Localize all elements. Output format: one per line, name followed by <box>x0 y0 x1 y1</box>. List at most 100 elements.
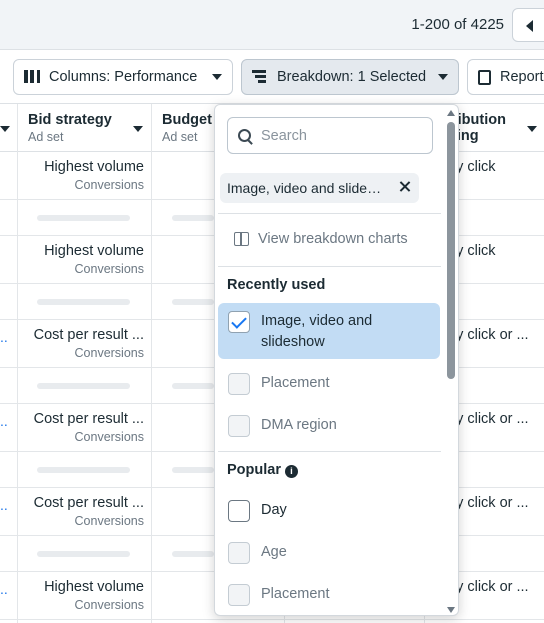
chart-icon <box>234 232 249 246</box>
truncated-cell: .. <box>0 581 8 597</box>
dropdown-scrollbar[interactable] <box>444 110 458 613</box>
header-bid-strategy[interactable]: Bid strategy Ad set <box>28 112 112 144</box>
close-icon[interactable] <box>396 178 414 196</box>
bid-strategy-sub: Conversions <box>74 178 144 192</box>
option-label: Placement <box>261 586 330 602</box>
bid-strategy-sub: Conversions <box>74 514 144 528</box>
checkbox[interactable] <box>228 373 250 395</box>
bid-strategy-sub: Conversions <box>74 598 144 612</box>
option-label: DMA region <box>261 417 337 433</box>
bid-strategy-value: Highest volume <box>44 579 144 595</box>
option-image-video-slideshow[interactable]: Image, video and slideshow <box>218 303 440 359</box>
option-age[interactable]: Age <box>218 534 440 572</box>
loading-placeholder <box>37 299 130 305</box>
column-menu-icon[interactable] <box>133 126 143 132</box>
loading-placeholder <box>37 551 130 557</box>
header-attribution-line1: ribution <box>452 112 506 128</box>
attribution-cell: ay click or ... <box>448 411 529 427</box>
option-label: Age <box>261 544 287 560</box>
breakdown-button-label: Breakdown: 1 Selected <box>277 69 427 85</box>
bid-strategy-value: Highest volume <box>44 159 144 175</box>
pagination-range: 1-200 of 4225 <box>411 16 504 33</box>
header-bid-strategy-title: Bid strategy <box>28 112 112 128</box>
option-day[interactable]: Day <box>218 492 440 530</box>
header-budget-sub: Ad set <box>162 130 198 144</box>
checkbox[interactable] <box>228 311 250 333</box>
bid-strategy-value: Cost per result ... <box>33 327 144 343</box>
recently-used-title: Recently used <box>227 277 326 293</box>
bid-strategy-sub: Conversions <box>74 430 144 444</box>
option-label: Image, video and slideshow <box>261 313 373 350</box>
scroll-down-arrow-icon[interactable] <box>447 607 455 613</box>
view-breakdown-charts-label: View breakdown charts <box>258 231 408 247</box>
bid-strategy-sub: Conversions <box>74 346 144 360</box>
option-label: Placement <box>261 375 330 391</box>
selected-breakdown-label: Image, video and slideshow <box>227 180 387 196</box>
view-breakdown-charts[interactable]: View breakdown charts <box>234 231 408 247</box>
header-budget-title: Budget <box>162 112 212 128</box>
truncated-cell: .. <box>0 329 8 345</box>
header-bid-strategy-sub: Ad set <box>28 130 64 144</box>
loading-placeholder <box>172 383 214 389</box>
bid-strategy-cell: Highest volume Conversions <box>14 159 144 192</box>
popular-title: Popular i <box>227 462 298 478</box>
header-budget[interactable]: Budget Ad set <box>162 112 212 144</box>
divider <box>218 266 441 267</box>
checkbox[interactable] <box>228 500 250 522</box>
loading-placeholder <box>172 467 214 473</box>
chevron-down-icon <box>438 74 448 80</box>
bid-strategy-sub: Conversions <box>74 262 144 276</box>
bid-strategy-cell: Highest volume Conversions <box>14 243 144 276</box>
table-toolbar: Columns: Performance Breakdown: 1 Select… <box>0 51 544 104</box>
loading-placeholder <box>172 215 214 221</box>
column-menu-icon[interactable] <box>0 126 10 132</box>
truncated-cell: .. <box>0 497 8 513</box>
bid-strategy-cell: Highest volume Conversions <box>14 579 144 612</box>
scrollbar-thumb[interactable] <box>447 122 455 379</box>
bid-strategy-cell: Cost per result ... Conversions <box>14 495 144 528</box>
loading-placeholder <box>37 215 130 221</box>
bid-strategy-cell: Cost per result ... Conversions <box>14 327 144 360</box>
selected-breakdown-chip: Image, video and slideshow <box>220 173 419 203</box>
columns-icon <box>24 70 40 84</box>
popular-title-text: Popular <box>227 462 281 478</box>
loading-placeholder <box>172 551 214 557</box>
breakdown-dropdown: Image, video and slideshow View breakdow… <box>214 104 459 616</box>
bid-strategy-value: Cost per result ... <box>33 411 144 427</box>
header-attribution-line2: ting <box>452 128 479 144</box>
reports-button-label: Reports <box>500 69 544 85</box>
report-icon <box>478 69 491 85</box>
header-attribution-setting[interactable]: ribution ting <box>452 112 506 144</box>
attribution-cell: ay click or ... <box>448 327 529 343</box>
column-menu-icon[interactable] <box>527 126 537 132</box>
loading-placeholder <box>172 299 214 305</box>
checkbox[interactable] <box>228 542 250 564</box>
divider <box>218 213 441 214</box>
attribution-cell: ay click or ... <box>448 579 529 595</box>
search-input[interactable] <box>261 127 421 144</box>
breakdown-search[interactable] <box>227 117 433 154</box>
breakdown-button[interactable]: Breakdown: 1 Selected <box>241 59 459 95</box>
option-dma-region[interactable]: DMA region <box>218 407 440 445</box>
checkbox[interactable] <box>228 415 250 437</box>
previous-page-button[interactable] <box>512 8 544 42</box>
attribution-cell: ay click or ... <box>448 495 529 511</box>
bid-strategy-cell: Cost per result ... Conversions <box>14 411 144 444</box>
bid-strategy-value: Cost per result ... <box>33 495 144 511</box>
loading-placeholder <box>37 467 130 473</box>
reports-button[interactable]: Reports <box>467 59 544 95</box>
search-icon <box>238 129 251 142</box>
option-label: Day <box>261 502 287 518</box>
scroll-up-arrow-icon[interactable] <box>447 110 455 116</box>
option-placement[interactable]: Placement <box>218 365 440 403</box>
option-placement-popular[interactable]: Placement <box>218 576 440 614</box>
checkbox[interactable] <box>228 584 250 606</box>
loading-placeholder <box>37 383 130 389</box>
info-icon[interactable]: i <box>284 465 298 478</box>
pagination-bar: 1-200 of 4225 <box>0 0 544 50</box>
divider <box>218 451 441 452</box>
columns-button[interactable]: Columns: Performance <box>13 59 233 95</box>
bid-strategy-value: Highest volume <box>44 243 144 259</box>
truncated-cell: .. <box>0 413 8 429</box>
chevron-down-icon <box>212 74 222 80</box>
